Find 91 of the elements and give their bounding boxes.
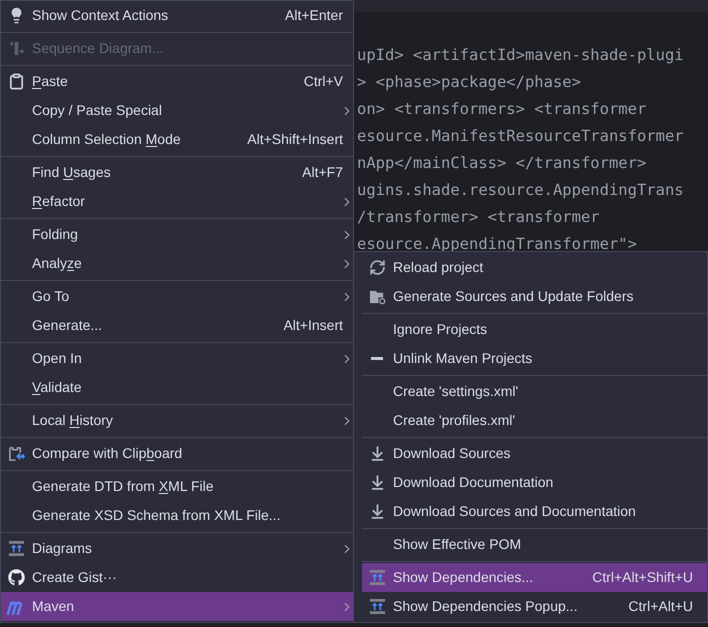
menu-item-label: Maven	[32, 597, 74, 616]
diagram-icon	[368, 569, 386, 586]
clipboard-compare-icon	[8, 445, 24, 462]
menu-item[interactable]: Find Usages Alt+F7	[1, 158, 353, 187]
menu-item-label: Show Dependencies Popup...	[393, 597, 578, 616]
menu-item-label: Generate Sources and Update Folders	[393, 287, 634, 306]
code-line: on> <transformers> <transformer	[357, 99, 646, 120]
code-line: ugins.shade.resource.AppendingTrans	[357, 180, 684, 201]
folder-refresh-icon	[368, 288, 386, 305]
menu-item-label: Copy / Paste Special	[32, 101, 162, 120]
shortcut-text: Alt+Insert	[283, 316, 343, 335]
menu-item[interactable]: Create Gist···	[1, 563, 353, 592]
menu-item[interactable]: Diagrams	[1, 534, 353, 563]
menu-item[interactable]: Download Documentation	[362, 468, 707, 497]
menu-item[interactable]: Show Dependencies Popup... Ctrl+Alt+U	[362, 592, 707, 621]
menu-item-label: Generate XSD Schema from XML File...	[32, 506, 280, 525]
menu-item[interactable]: Validate	[1, 373, 353, 402]
menu-item[interactable]: Download Sources and Documentation	[362, 497, 707, 526]
menu-item[interactable]: Show Context Actions Alt+Enter	[1, 1, 353, 30]
shortcut-text: Ctrl+Alt+Shift+U	[592, 568, 693, 587]
code-line: esource.ManifestResourceTransformer	[357, 126, 684, 147]
menu-item-label: Column Selection Mode	[32, 130, 181, 149]
menu-item[interactable]: Generate... Alt+Insert	[1, 311, 353, 340]
menu-item[interactable]: Column Selection Mode Alt+Shift+Insert	[1, 125, 353, 154]
menu-item[interactable]: Copy / Paste Special	[1, 96, 353, 125]
menu-item-label: Download Sources	[393, 444, 511, 463]
menu-item-label: Compare with Clipboard	[32, 444, 182, 463]
menu-item[interactable]: Local History	[1, 406, 353, 435]
clipboard-icon	[8, 73, 24, 90]
menu-item[interactable]: Show Effective POM	[362, 530, 707, 559]
sequence-diagram-icon	[8, 40, 24, 57]
menu-item-label: Generate DTD from XML File	[32, 477, 214, 496]
download-icon	[368, 445, 386, 462]
menu-item[interactable]: Paste Ctrl+V	[1, 67, 353, 96]
minus-icon	[371, 357, 383, 360]
menu-item-label: Unlink Maven Projects	[393, 349, 532, 368]
download-icon	[368, 474, 386, 491]
menu-item[interactable]: Go To	[1, 282, 353, 311]
menu-item-label: Show Context Actions	[32, 6, 168, 25]
menu-item-label: Diagrams	[32, 539, 92, 558]
shortcut-text: Alt+Shift+Insert	[247, 130, 343, 149]
menu-item[interactable]: Generate Sources and Update Folders	[362, 282, 707, 311]
menu-item-label: Folding	[32, 225, 78, 244]
menu-item-label: Show Effective POM	[393, 535, 522, 554]
diagram-icon	[368, 598, 386, 615]
menu-item[interactable]: Folding	[1, 220, 353, 249]
menu-item-label: Local History	[32, 411, 113, 430]
menu-item-label: Analyze	[32, 254, 82, 273]
menu-item-label: Generate...	[32, 316, 102, 335]
menu-item[interactable]: Refactor	[1, 187, 353, 216]
menu-item-label: Download Documentation	[393, 473, 554, 492]
menu-item[interactable]: Compare with Clipboard	[1, 439, 353, 468]
code-line: nApp</mainClass> </transformer>	[357, 153, 646, 174]
code-line: upId> <artifactId>maven-shade-plugi	[357, 45, 684, 66]
github-icon	[8, 569, 24, 586]
code-line: /transformer> <transformer	[357, 207, 600, 228]
menu-item[interactable]: Reload project	[362, 253, 707, 282]
menu-item-label: Refactor	[32, 192, 85, 211]
menu-item-label: Create 'settings.xml'	[393, 382, 518, 401]
menu-item[interactable]: Ignore Projects	[362, 315, 707, 344]
shortcut-text: Ctrl+Alt+U	[628, 597, 693, 616]
shortcut-text: Alt+F7	[302, 163, 343, 182]
menu-item[interactable]: Download Sources	[362, 439, 707, 468]
menu-item-label: Open In	[32, 349, 82, 368]
menu-item-label: Sequence Diagram...	[32, 39, 164, 58]
menu-item[interactable]: Unlink Maven Projects	[362, 344, 707, 373]
diagram-icon	[8, 540, 24, 557]
menu-item-label: Go To	[32, 287, 70, 306]
menu-item[interactable]: Show Dependencies... Ctrl+Alt+Shift+U	[362, 563, 707, 592]
menu-item[interactable]: Analyze	[1, 249, 353, 278]
menu-item-label: Find Usages	[32, 163, 111, 182]
code-line: > <phase>package</phase>	[357, 72, 581, 93]
menu-item-label: Validate	[32, 378, 82, 397]
menu-item-label: Create Gist···	[32, 568, 117, 587]
shortcut-text: Alt+Enter	[285, 6, 343, 25]
menu-item-label: Create 'profiles.xml'	[393, 411, 516, 430]
menu-item-label: Paste	[32, 72, 68, 91]
code-line: esource.AppendingTransformer">	[357, 234, 637, 255]
menu-item-label: Ignore Projects	[393, 320, 488, 339]
menu-item-label: Download Sources and Documentation	[393, 502, 636, 521]
menu-item[interactable]: Generate DTD from XML File	[1, 472, 353, 501]
menu-item[interactable]: Maven	[1, 592, 353, 621]
reload-icon	[368, 259, 386, 276]
menu-item[interactable]: Generate XSD Schema from XML File...	[1, 501, 353, 530]
shortcut-text: Ctrl+V	[304, 72, 343, 91]
download-icon	[368, 503, 386, 520]
menu-item[interactable]: Open In	[1, 344, 353, 373]
menu-item-label: Reload project	[393, 258, 484, 277]
menu-item[interactable]: Create 'settings.xml'	[362, 377, 707, 406]
menu-item-label: Show Dependencies...	[393, 568, 534, 587]
menu-item[interactable]: Create 'profiles.xml'	[362, 406, 707, 435]
